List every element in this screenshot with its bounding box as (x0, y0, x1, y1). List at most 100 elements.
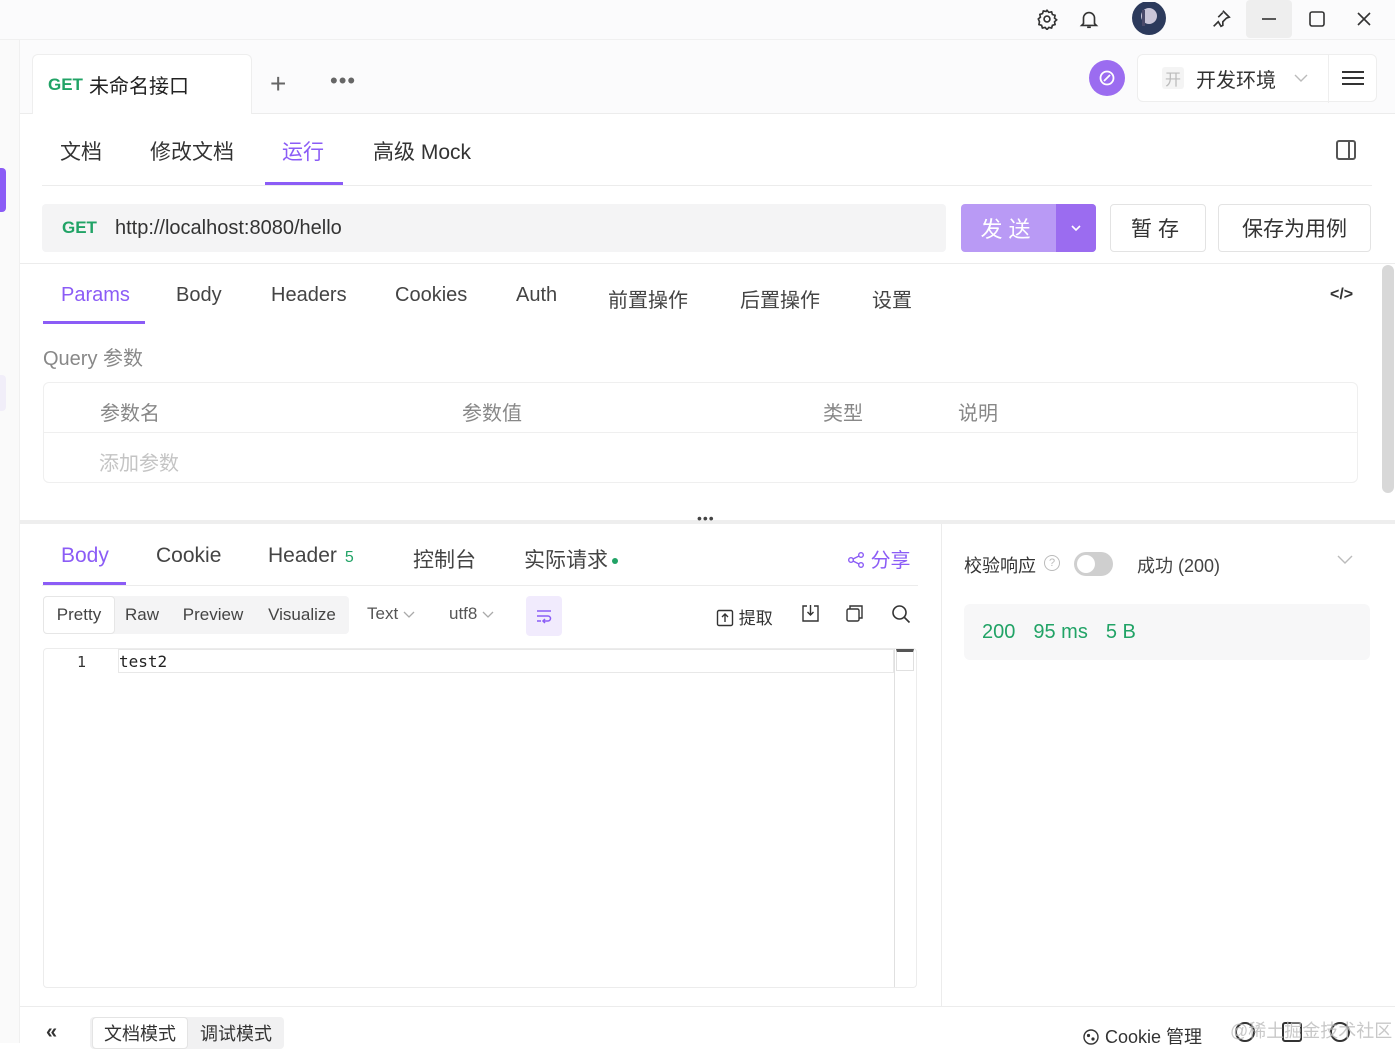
encoding-select[interactable]: utf8 (449, 604, 494, 624)
gear-icon[interactable] (1025, 0, 1069, 38)
chevron-down-icon (403, 611, 415, 618)
validation-result[interactable]: 成功 (200) (1137, 552, 1220, 578)
tab-body[interactable]: Body (176, 284, 222, 307)
response-stats: 200 95 ms 5 B (964, 604, 1370, 660)
left-sidebar-strip (0, 40, 20, 1043)
env-name: 开发环境 (1196, 69, 1276, 92)
url-input[interactable]: http://localhost:8080/hello (115, 217, 342, 240)
docs-mode-button[interactable]: 文档模式 (92, 1017, 188, 1049)
chevron-down-icon[interactable] (1337, 552, 1353, 569)
bell-icon[interactable] (1067, 0, 1111, 38)
format-pretty[interactable]: Pretty (43, 596, 115, 634)
cookie-manager-label: Cookie 管理 (1105, 1027, 1203, 1047)
column-header: 说明 (958, 403, 998, 425)
tab-auth[interactable]: Auth (516, 284, 557, 307)
download-icon[interactable] (801, 604, 820, 628)
tab-run[interactable]: 运行 (282, 136, 324, 166)
code-line[interactable]: test2 (119, 652, 167, 671)
tab-advanced-mock[interactable]: 高级 Mock (373, 136, 471, 166)
chevron-down-icon[interactable] (1056, 204, 1096, 252)
chevron-down-icon (1294, 70, 1308, 86)
tab-actual-request[interactable]: 实际请求 (524, 544, 618, 574)
sidebar-active-marker[interactable] (0, 168, 6, 212)
status-code: 200 (982, 620, 1016, 643)
scrollbar[interactable] (1382, 265, 1394, 493)
tab-response-header[interactable]: Header 5 (268, 544, 354, 568)
send-button[interactable]: 发送 (961, 204, 1096, 252)
side-panel-icon[interactable] (1336, 140, 1356, 160)
content-type-select[interactable]: Text (367, 604, 415, 624)
content-type-value: Text (367, 604, 399, 623)
tab-docs[interactable]: 文档 (60, 136, 102, 166)
sync-icon[interactable] (1089, 60, 1125, 96)
menu-icon[interactable] (1342, 67, 1364, 89)
format-visualize[interactable]: Visualize (261, 596, 343, 634)
help-icon[interactable]: ? (1044, 555, 1060, 571)
extract-label: 提取 (738, 609, 773, 628)
params-table: 参数名 参数值 类型 说明 添加参数 (43, 382, 1358, 483)
format-switcher: Pretty Raw Preview Visualize (43, 596, 349, 634)
main-nav-tabs: 文档 修改文档 运行 高级 Mock (42, 114, 1372, 186)
tab-response-body[interactable]: Body (61, 544, 109, 568)
add-param-input[interactable]: 添加参数 (99, 447, 179, 476)
close-icon[interactable] (1342, 0, 1386, 38)
active-tab-indicator (43, 321, 145, 324)
response-tabs: Body Cookie Header 5 控制台 实际请求 分享 (42, 524, 918, 586)
share-button[interactable]: 分享 (847, 544, 911, 573)
tab-post-operations[interactable]: 后置操作 (740, 284, 820, 313)
validate-toggle[interactable] (1074, 552, 1113, 576)
tab-edit-docs[interactable]: 修改文档 (150, 136, 234, 166)
tab-headers[interactable]: Headers (271, 284, 347, 307)
editor-scrollbar[interactable] (896, 649, 914, 671)
maximize-icon[interactable] (1295, 0, 1339, 38)
avatar[interactable] (1127, 0, 1171, 38)
column-header: 类型 (823, 403, 863, 425)
cookie-manager-button[interactable]: Cookie 管理 (1082, 1023, 1202, 1049)
share-label: 分享 (870, 550, 911, 572)
word-wrap-icon[interactable] (526, 596, 562, 636)
environment-selector[interactable]: 开 开发环境 (1137, 54, 1377, 103)
search-icon[interactable] (891, 604, 911, 629)
tab-params[interactable]: Params (61, 284, 130, 307)
response-size: 5 B (1105, 620, 1136, 643)
divider (1328, 55, 1329, 103)
sidebar-marker[interactable] (0, 375, 6, 411)
url-bar[interactable]: GET http://localhost:8080/hello (42, 204, 946, 252)
send-label[interactable]: 发送 (961, 204, 1056, 252)
request-tabs: Params Body Headers Cookies Auth 前置操作 后置… (42, 264, 1372, 324)
api-tab[interactable]: GET 未命名接口 (32, 54, 252, 114)
collapse-sidebar-icon[interactable]: « (46, 1021, 57, 1044)
watermark: @稀土掘金技术社区 (1230, 1021, 1393, 1041)
save-button[interactable]: 暂存 (1110, 204, 1206, 252)
table-header: 参数名 参数值 类型 说明 (44, 383, 1357, 433)
minimize-icon[interactable] (1246, 0, 1292, 38)
more-tabs-icon[interactable]: ••• (330, 68, 356, 94)
current-line-highlight (118, 649, 894, 673)
format-preview[interactable]: Preview (175, 596, 251, 634)
tab-pre-operations[interactable]: 前置操作 (608, 284, 688, 313)
format-raw[interactable]: Raw (117, 596, 167, 634)
mode-switcher: 文档模式 调试模式 (90, 1017, 284, 1049)
query-params-label: Query 参数 (43, 348, 144, 370)
tab-settings[interactable]: 设置 (872, 284, 912, 313)
code-icon[interactable]: </> (1330, 286, 1353, 304)
debug-mode-button[interactable]: 调试模式 (190, 1017, 282, 1049)
copy-icon[interactable] (845, 604, 864, 628)
env-badge: 开 (1162, 67, 1184, 89)
tab-cookies[interactable]: Cookies (395, 284, 467, 307)
tab-label: Header (268, 544, 337, 567)
column-header: 参数值 (462, 403, 522, 425)
add-tab-icon[interactable]: + (270, 68, 286, 100)
title-bar (0, 0, 1395, 40)
save-as-case-button[interactable]: 保存为用例 (1218, 204, 1371, 252)
response-body-editor[interactable]: 1 test2 (43, 648, 917, 988)
tab-response-cookie[interactable]: Cookie (156, 544, 221, 568)
divider (941, 524, 942, 1006)
pin-icon[interactable] (1199, 0, 1243, 38)
url-method[interactable]: GET (62, 218, 97, 238)
extract-button[interactable]: 提取 (716, 604, 773, 629)
cookie-icon (1083, 1029, 1099, 1045)
line-number: 1 (77, 653, 87, 671)
tab-console[interactable]: 控制台 (413, 544, 476, 574)
active-tab-indicator (265, 182, 343, 185)
